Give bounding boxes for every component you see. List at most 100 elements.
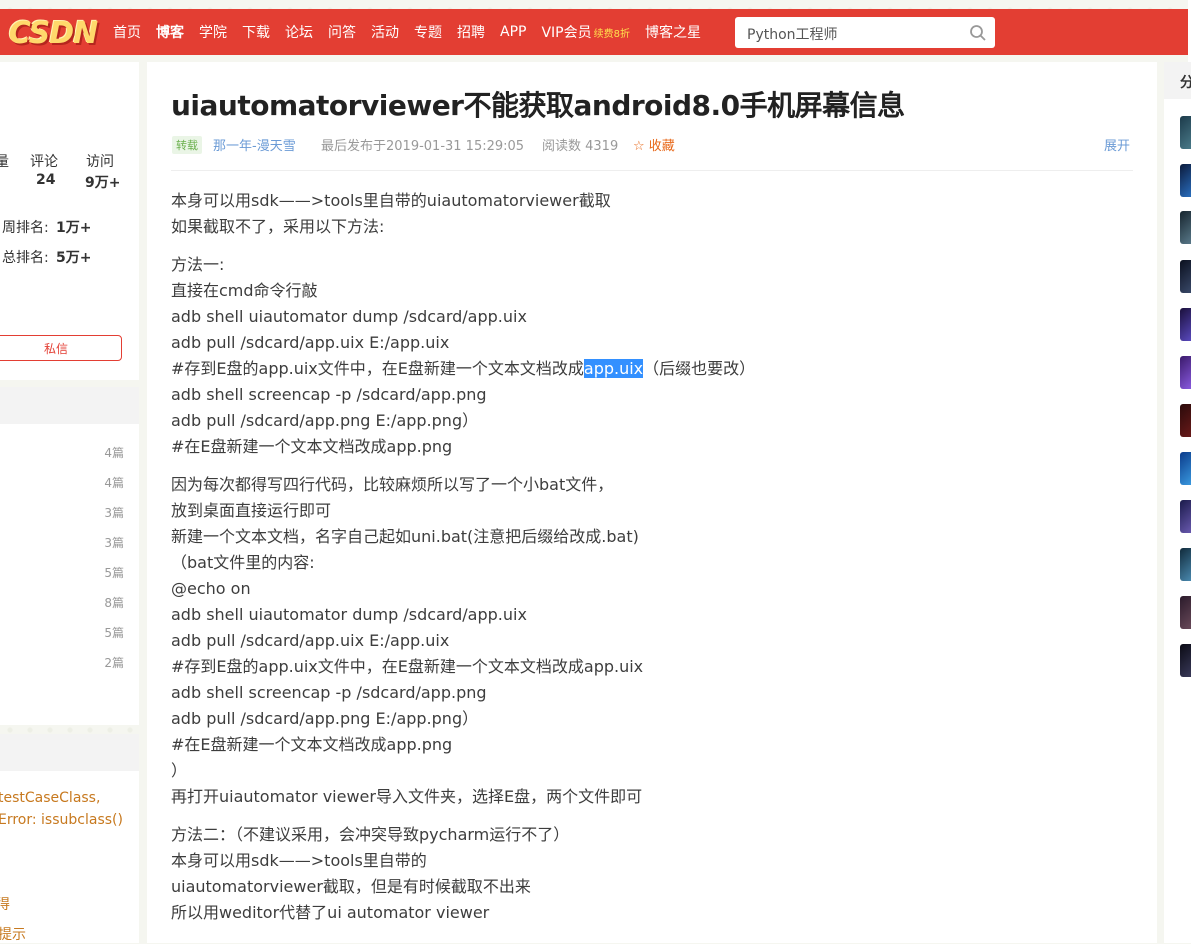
thumbnail[interactable] xyxy=(1180,548,1191,581)
category-count: 4篇 xyxy=(104,444,124,461)
category-count: 5篇 xyxy=(104,564,124,581)
thumbnail[interactable] xyxy=(1180,452,1191,485)
article-title: uiautomatorviewer不能获取android8.0手机屏幕信息 xyxy=(171,84,905,124)
thumbnail[interactable] xyxy=(1180,596,1191,629)
paragraph-line: #存到E盘的app.uix文件中，在E盘新建一个文本文档改成app.uix（后缀… xyxy=(171,356,1131,382)
author-link[interactable]: 那一年-漫天雪 xyxy=(213,135,296,154)
vip-badge: 续费8折 xyxy=(594,29,630,40)
paragraph-line: 新建一个文本文档，名字自己起如uni.bat(注意把后缀给改成.bat) xyxy=(171,524,1131,550)
paragraph-line: 因为每次都得写四行代码，比较麻烦所以写了一个小bat文件， xyxy=(171,472,1131,498)
search-box[interactable]: Python工程师 xyxy=(735,17,995,48)
text-segment: #存到E盘的app.uix文件中，在E盘新建一个文本文档改成 xyxy=(171,359,584,378)
main-nav: 首页 博客 学院 下载 论坛 问答 活动 专题 招聘 APP VIP会员续费8折… xyxy=(113,9,716,55)
top-navbar: CSDN 首页 博客 学院 下载 论坛 问答 活动 专题 招聘 APP VIP会… xyxy=(0,9,1191,55)
nav-topics[interactable]: 专题 xyxy=(414,22,442,42)
thumbnail[interactable] xyxy=(1180,356,1191,389)
nav-jobs[interactable]: 招聘 xyxy=(457,22,485,42)
recent-link-1[interactable]: testCaseClass, xyxy=(0,790,100,806)
nav-qa[interactable]: 问答 xyxy=(328,22,356,42)
search-icon[interactable] xyxy=(969,24,987,42)
stat-label-visits: 访问 xyxy=(86,151,114,171)
category-count: 3篇 xyxy=(104,534,124,551)
read-count: 阅读数 4319 xyxy=(542,135,618,154)
recent-link-2[interactable]: Error: issubclass() xyxy=(0,812,123,828)
right-sidebar-header: 分 xyxy=(1164,62,1191,99)
article-body: 本身可以用sdk——>tools里自带的uiautomatorviewer截取 … xyxy=(171,188,1131,926)
code-line: adb pull /sdcard/app.png E:/app.png） xyxy=(171,706,1131,732)
search-input[interactable]: Python工程师 xyxy=(747,24,838,44)
thumbnail[interactable] xyxy=(1180,260,1191,293)
paragraph-line: 方法一: xyxy=(171,252,1131,278)
thumbnail[interactable] xyxy=(1180,308,1191,341)
recent-link-cut-1[interactable]: 得 xyxy=(0,894,10,914)
code-line: adb pull /sdcard/app.png E:/app.png） xyxy=(171,408,1131,434)
total-rank-label: 总排名: xyxy=(2,247,49,267)
thumbnail[interactable] xyxy=(1180,116,1191,149)
stat-cut-label: 量 xyxy=(0,151,9,171)
meta-divider xyxy=(171,170,1133,171)
paragraph-line: #在E盘新建一个文本文档改成app.png xyxy=(171,732,1131,758)
paragraph-line: uiautomatorviewer截取，但是有时候截取不出来 xyxy=(171,874,1131,900)
nav-app[interactable]: APP xyxy=(500,24,526,40)
nav-download[interactable]: 下载 xyxy=(242,22,270,42)
thumbnail[interactable] xyxy=(1180,500,1191,533)
thumbnail[interactable] xyxy=(1180,211,1191,244)
thumbnail[interactable] xyxy=(1180,164,1191,197)
right-sidebar: 分 xyxy=(1164,62,1191,943)
nav-forum[interactable]: 论坛 xyxy=(285,22,313,42)
nav-vip[interactable]: VIP会员续费8折 xyxy=(541,22,630,42)
total-rank-value: 5万+ xyxy=(56,247,91,267)
private-message-button[interactable]: 私信 xyxy=(0,335,122,361)
paragraph-line: #存到E盘的app.uix文件中，在E盘新建一个文本文档改成app.uix xyxy=(171,654,1131,680)
paragraph-line: 再打开uiautomator viewer导入文件夹，选择E盘，两个文件即可 xyxy=(171,784,1131,810)
code-line: adb pull /sdcard/app.uix E:/app.uix xyxy=(171,330,1131,356)
category-panel-header xyxy=(0,387,139,424)
author-card: · 量 评论 访问 24 9万+ 周排名: 1万+ 总排名: 5万+ 私信 xyxy=(0,62,139,380)
category-count: 8篇 xyxy=(104,594,124,611)
category-count: 4篇 xyxy=(104,474,124,491)
week-rank-label: 周排名: xyxy=(2,217,49,237)
paragraph-line: 本身可以用sdk——>tools里自带的 xyxy=(171,848,1131,874)
csdn-logo[interactable]: CSDN xyxy=(8,16,98,50)
star-icon: ☆ xyxy=(633,139,645,154)
code-line: adb shell screencap -p /sdcard/app.png xyxy=(171,680,1131,706)
paragraph-line: #在E盘新建一个文本文档改成app.png xyxy=(171,434,1131,460)
category-count: 5篇 xyxy=(104,624,124,641)
paragraph-line: 方法二：（不建议采用，会冲突导致pycharm运行不了） xyxy=(171,822,1131,848)
paragraph-line: 所以用weditor代替了ui automator viewer xyxy=(171,900,1131,926)
nav-home[interactable]: 首页 xyxy=(113,22,141,42)
nav-blog-star[interactable]: 博客之星 xyxy=(645,22,701,42)
recent-link-cut-2[interactable]: 提示 xyxy=(0,924,26,944)
stat-label-comments: 评论 xyxy=(30,151,58,171)
paragraph-line: 放到桌面直接运行即可 xyxy=(171,498,1131,524)
nav-vip-label: VIP会员 xyxy=(541,25,591,41)
week-rank-value: 1万+ xyxy=(56,217,91,237)
code-line: adb shell uiautomator dump /sdcard/app.u… xyxy=(171,602,1131,628)
favorite-label: 收藏 xyxy=(649,139,675,154)
article-meta: 转载 那一年-漫天雪 最后发布于2019-01-31 15:29:05 阅读数 … xyxy=(172,134,1132,154)
nav-events[interactable]: 活动 xyxy=(371,22,399,42)
text-segment: （后缀也要改） xyxy=(643,359,755,378)
publish-time: 最后发布于2019-01-31 15:29:05 xyxy=(321,135,524,154)
expand-button[interactable]: 展开 xyxy=(1104,135,1130,154)
code-line: adb shell screencap -p /sdcard/app.png xyxy=(171,382,1131,408)
stat-value-comments: 24 xyxy=(36,172,55,188)
thumbnail[interactable] xyxy=(1180,404,1191,437)
right-sidebar-title: 分 xyxy=(1180,72,1191,92)
recent-panel-header xyxy=(0,734,139,771)
category-count: 2篇 xyxy=(104,654,124,671)
category-panel: 4篇 4篇 3篇 3篇 5篇 8篇 5篇 2篇 · xyxy=(0,387,139,725)
paragraph-line: 直接在cmd命令行敲 xyxy=(171,278,1131,304)
paragraph-line: （bat文件里的内容: xyxy=(171,550,1131,576)
repost-tag: 转载 xyxy=(172,136,202,154)
paragraph-line: 如果截取不了，采用以下方法: xyxy=(171,214,1131,240)
code-line: adb shell uiautomator dump /sdcard/app.u… xyxy=(171,304,1131,330)
paragraph-line: ） xyxy=(171,758,1131,784)
favorite-button[interactable]: ☆ 收藏 xyxy=(633,135,675,154)
thumbnail[interactable] xyxy=(1180,644,1191,677)
stat-value-visits: 9万+ xyxy=(85,172,120,192)
nav-academy[interactable]: 学院 xyxy=(199,22,227,42)
nav-blog[interactable]: 博客 xyxy=(156,22,184,42)
article-container: uiautomatorviewer不能获取android8.0手机屏幕信息 转载… xyxy=(147,62,1157,943)
selected-text: app.uix xyxy=(584,359,643,378)
